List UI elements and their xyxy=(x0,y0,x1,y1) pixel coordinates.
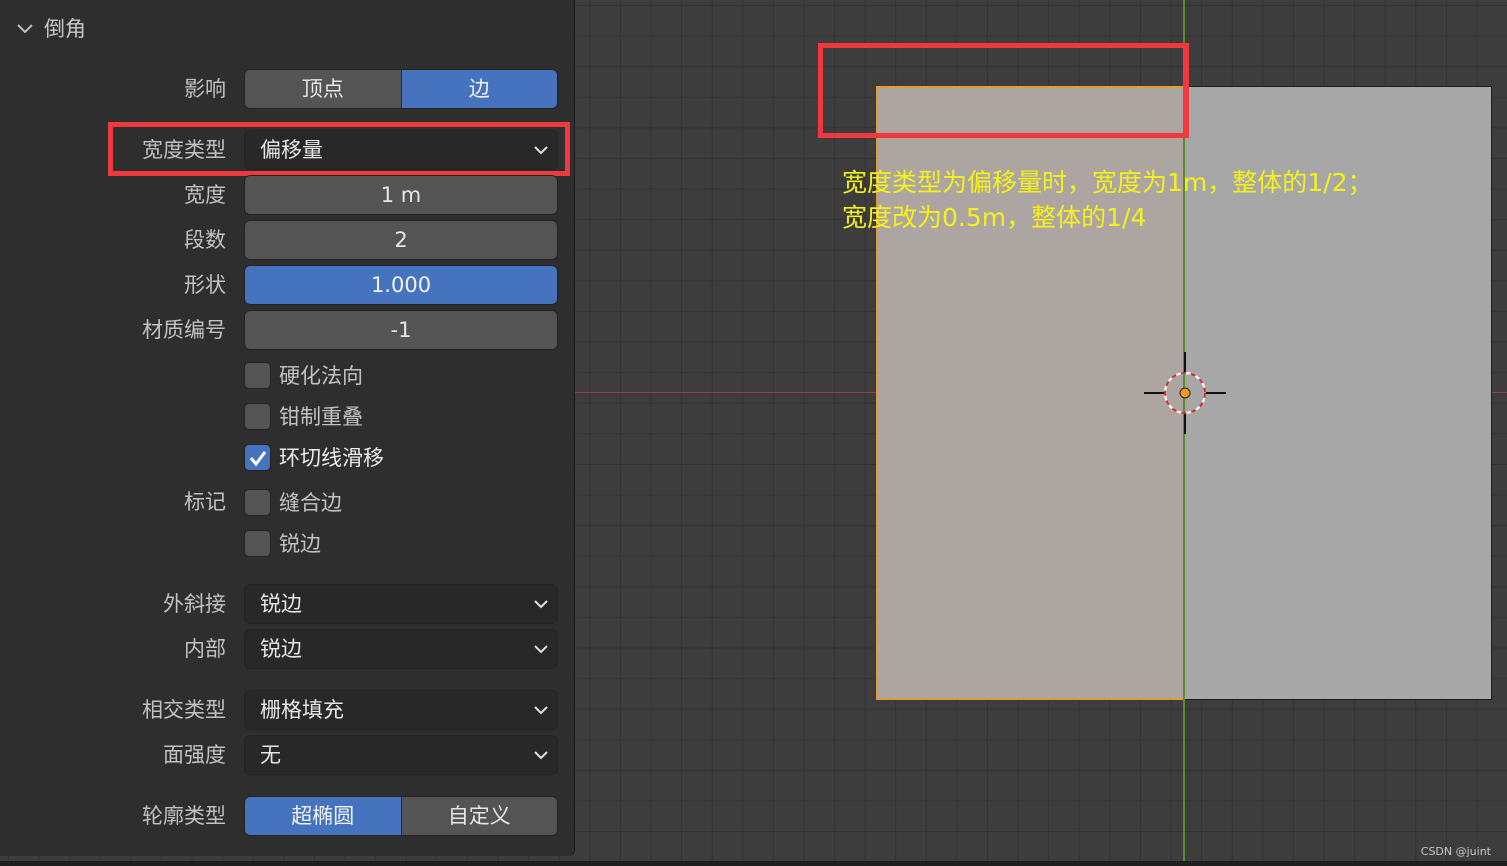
intersection-type-label: 相交类型 xyxy=(142,698,226,722)
bottom-edge xyxy=(0,861,1507,866)
miter-inner-row: 内部 锐边 xyxy=(0,629,575,669)
mark-label: 标记 xyxy=(184,490,226,514)
checkbox-box[interactable] xyxy=(244,488,271,516)
affect-label: 影响 xyxy=(184,77,226,101)
checkbox-box[interactable] xyxy=(244,529,271,557)
checkbox-box[interactable] xyxy=(244,402,271,430)
annotation-line-1: 宽度类型为偏移量时，宽度为1m，整体的1/2； xyxy=(842,168,1373,197)
profile-type-toggle: 超椭圆 自定义 xyxy=(244,796,558,836)
loop-slide-checkbox[interactable]: 环切线滑移 xyxy=(244,442,384,472)
chevron-down-icon xyxy=(534,706,548,715)
panel-header[interactable]: 倒角 xyxy=(14,12,86,44)
mark-sharp-checkbox[interactable]: 锐边 xyxy=(244,528,321,558)
annotation-note: 宽度类型为偏移量时，宽度为1m，整体的1/2； 宽度改为0.5m，整体的1/4 xyxy=(842,165,1373,235)
clamp-overlap-checkbox[interactable]: 钳制重叠 xyxy=(244,401,363,431)
miter-outer-row: 外斜接 锐边 xyxy=(0,584,575,624)
shape-row: 形状 1.000 xyxy=(0,265,575,305)
harden-normals-label: 硬化法向 xyxy=(279,364,363,388)
3d-cursor-icon[interactable] xyxy=(1144,352,1226,434)
affect-option-vertices[interactable]: 顶点 xyxy=(245,70,401,108)
width-label: 宽度 xyxy=(184,183,226,207)
face-strength-dropdown[interactable]: 无 xyxy=(244,735,558,775)
affect-toggle: 顶点 边 xyxy=(244,69,558,109)
affect-row: 影响 顶点 边 xyxy=(0,69,575,109)
profile-type-label: 轮廓类型 xyxy=(142,804,226,828)
affect-option-edges[interactable]: 边 xyxy=(400,70,557,108)
loop-slide-label: 环切线滑移 xyxy=(279,446,384,470)
width-type-highlight-box xyxy=(108,122,570,176)
annotation-line-2: 宽度改为0.5m，整体的1/4 xyxy=(842,203,1147,232)
segments-row: 段数 2 xyxy=(0,220,575,260)
mark-seam-checkbox[interactable]: 缝合边 xyxy=(244,487,342,517)
miter-inner-value: 锐边 xyxy=(260,637,302,661)
watermark: CSDN @juint xyxy=(1420,845,1491,858)
miter-outer-value: 锐边 xyxy=(260,592,302,616)
chevron-down-icon[interactable] xyxy=(14,17,36,39)
harden-normals-checkbox[interactable]: 硬化法向 xyxy=(244,360,363,390)
intersection-type-dropdown[interactable]: 栅格填充 xyxy=(244,690,558,730)
width-row: 宽度 1 m xyxy=(0,175,575,215)
profile-type-row: 轮廓类型 超椭圆 自定义 xyxy=(0,796,575,836)
width-field[interactable]: 1 m xyxy=(244,175,558,215)
shape-label: 形状 xyxy=(184,273,226,297)
chevron-down-icon xyxy=(534,600,548,609)
shape-slider[interactable]: 1.000 xyxy=(244,265,558,305)
mark-seam-label: 缝合边 xyxy=(279,491,342,515)
checkmark-icon xyxy=(249,450,267,466)
bevel-operator-panel: 倒角 影响 顶点 边 宽度类型 偏移量 宽度 1 m 段数 2 形状 1.000… xyxy=(0,0,575,856)
face-strength-value: 无 xyxy=(260,743,281,767)
face-strength-label: 面强度 xyxy=(163,743,226,767)
clamp-overlap-label: 钳制重叠 xyxy=(279,405,363,429)
intersection-type-row: 相交类型 栅格填充 xyxy=(0,690,575,730)
face-strength-row: 面强度 无 xyxy=(0,735,575,775)
segments-field[interactable]: 2 xyxy=(244,220,558,260)
material-index-field[interactable]: -1 xyxy=(244,310,558,350)
profile-option-superellipse[interactable]: 超椭圆 xyxy=(245,797,401,835)
miter-outer-dropdown[interactable]: 锐边 xyxy=(244,584,558,624)
profile-option-custom[interactable]: 自定义 xyxy=(400,797,557,835)
segments-label: 段数 xyxy=(184,228,226,252)
miter-outer-label: 外斜接 xyxy=(163,592,226,616)
intersection-type-value: 栅格填充 xyxy=(260,698,344,722)
panel-title: 倒角 xyxy=(44,17,86,41)
checkbox-box-checked[interactable] xyxy=(244,443,271,471)
chevron-down-icon xyxy=(534,645,548,654)
material-index-label: 材质编号 xyxy=(142,318,226,342)
mark-sharp-label: 锐边 xyxy=(279,532,321,556)
annotation-highlight-box xyxy=(818,43,1189,138)
miter-inner-label: 内部 xyxy=(184,637,226,661)
chevron-down-icon xyxy=(534,751,548,760)
miter-inner-dropdown[interactable]: 锐边 xyxy=(244,629,558,669)
checkbox-box[interactable] xyxy=(244,361,271,389)
material-index-row: 材质编号 -1 xyxy=(0,310,575,350)
